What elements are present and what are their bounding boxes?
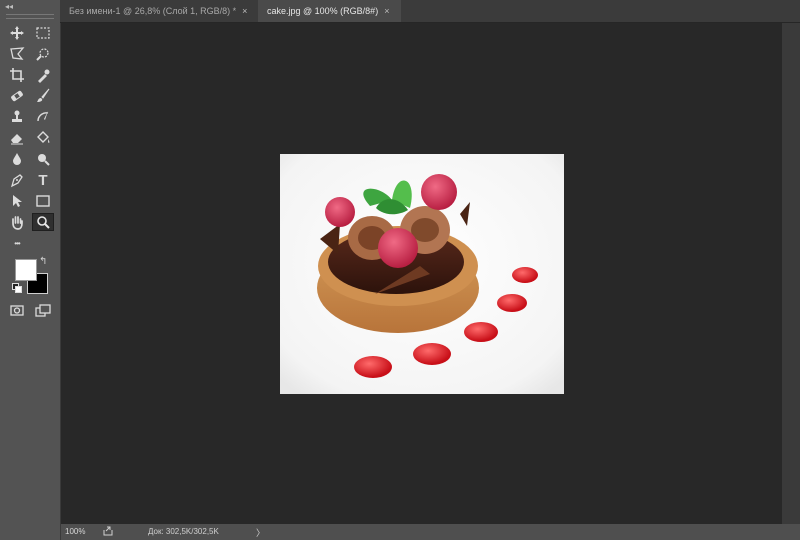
eyedropper-icon[interactable]	[32, 66, 54, 84]
close-icon[interactable]: ×	[384, 6, 389, 16]
canvas-area[interactable]	[61, 23, 782, 524]
paint-bucket-icon[interactable]	[32, 129, 54, 147]
tab-untitled-1[interactable]: Без имени-1 @ 26,8% (Слой 1, RGB/8) * ×	[60, 0, 256, 22]
quick-select-icon[interactable]	[32, 45, 54, 63]
document-tabs: Без имени-1 @ 26,8% (Слой 1, RGB/8) * × …	[60, 0, 800, 23]
panel-grip[interactable]	[6, 14, 54, 19]
rect-marquee-icon[interactable]	[32, 24, 54, 42]
tab-cake-jpg[interactable]: cake.jpg @ 100% (RGB/8#) ×	[258, 0, 401, 22]
tab-label: cake.jpg @ 100% (RGB/8#)	[267, 6, 379, 16]
more-icon[interactable]: •••	[6, 235, 28, 253]
document-size-info: Док: 302,5K/302,5K	[148, 527, 219, 536]
history-brush-icon[interactable]	[32, 108, 54, 126]
close-icon[interactable]: ×	[242, 6, 247, 16]
cake-photo	[280, 154, 564, 394]
rectangle-icon[interactable]	[32, 192, 54, 210]
poly-lasso-icon[interactable]	[6, 45, 28, 63]
quick-mask-icon[interactable]	[6, 301, 28, 319]
crop-icon[interactable]	[6, 66, 28, 84]
export-icon[interactable]	[103, 526, 113, 536]
chevron-right-icon[interactable]: 〉	[256, 526, 265, 539]
screen-mode-icon[interactable]	[32, 301, 54, 319]
type-icon[interactable]: T	[32, 171, 54, 189]
hand-icon[interactable]	[6, 213, 28, 231]
drop-icon[interactable]	[6, 150, 28, 168]
pen-icon[interactable]	[6, 171, 28, 189]
move-icon[interactable]	[6, 24, 28, 42]
right-panel-strip	[782, 23, 800, 524]
zoom-icon[interactable]	[32, 213, 54, 231]
status-bar: 100% Док: 302,5K/302,5K 〉	[61, 524, 800, 540]
stamp-icon[interactable]	[6, 108, 28, 126]
tools-panel: ◂◂ T ••• ↰	[0, 0, 61, 540]
brush-icon[interactable]	[32, 87, 54, 105]
dodge-icon[interactable]	[32, 150, 54, 168]
foreground-color-swatch[interactable]	[15, 259, 37, 281]
tab-label: Без имени-1 @ 26,8% (Слой 1, RGB/8) *	[69, 6, 237, 16]
document-image[interactable]	[280, 154, 564, 394]
collapse-panel-icon[interactable]: ◂◂	[5, 2, 13, 11]
bandage-icon[interactable]	[6, 87, 28, 105]
eraser-icon[interactable]	[6, 129, 28, 147]
swap-colors-icon[interactable]: ↰	[39, 256, 47, 267]
arrow-icon[interactable]	[6, 192, 28, 210]
default-colors-icon[interactable]	[12, 283, 22, 293]
zoom-level-field[interactable]: 100%	[65, 527, 85, 536]
